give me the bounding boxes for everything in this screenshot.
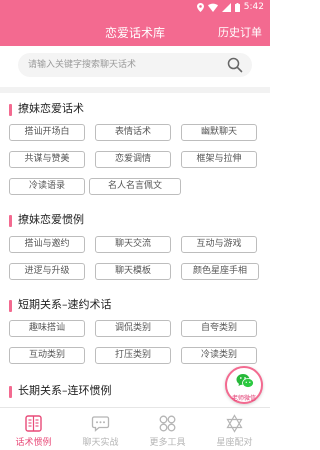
nav-label: 更多工具 xyxy=(149,438,186,448)
tag-item[interactable]: 搭讪与邀约 xyxy=(9,236,85,253)
nav-item-horoscope[interactable]: 星座配对 xyxy=(201,408,268,450)
nav-item-scripts[interactable]: 话术惯例 xyxy=(0,408,67,450)
tag-item[interactable]: 冷读类别 xyxy=(181,347,257,364)
section-title: 短期关系–速约术话 xyxy=(18,298,112,311)
section-title: 长期关系–连环惯例 xyxy=(18,384,112,397)
status-time: 5:42 xyxy=(243,2,264,12)
search-box[interactable] xyxy=(18,53,252,77)
section-marker xyxy=(9,215,12,227)
teacher-wechat-label: 老师微信 xyxy=(231,395,256,402)
wechat-icon xyxy=(236,373,254,393)
search-input[interactable] xyxy=(28,57,208,73)
battery-icon xyxy=(234,2,240,12)
tag-item[interactable]: 冷读语录 xyxy=(9,178,85,195)
nav-item-tools[interactable]: 更多工具 xyxy=(134,408,201,450)
status-icons: 5:42 xyxy=(196,2,264,12)
search-icon[interactable] xyxy=(227,57,243,77)
tag-item[interactable]: 搭讪开场白 xyxy=(9,124,85,141)
tag-item[interactable]: 打压类别 xyxy=(95,347,171,364)
nav-label: 话术惯例 xyxy=(15,438,52,448)
tag-item[interactable]: 聊天交流 xyxy=(95,236,171,253)
teacher-wechat-button[interactable]: 老师微信 xyxy=(225,366,263,404)
nav-item-chat[interactable]: 聊天实战 xyxy=(67,408,134,450)
bottom-nav: 话术惯例 聊天实战 更多工具 星座配对 xyxy=(0,407,270,450)
tag-item[interactable]: 恋爱调情 xyxy=(95,151,171,168)
tag-item[interactable]: 进逻与升级 xyxy=(9,263,85,280)
status-bar: 5:42 xyxy=(0,0,270,16)
tag-item[interactable]: 共谋与赞美 xyxy=(9,151,85,168)
app-bar: 恋爱话术库 历史订单 xyxy=(0,16,270,46)
tag-item[interactable]: 颜色星座手相 xyxy=(181,263,259,280)
section-marker xyxy=(9,104,12,116)
location-icon xyxy=(196,2,204,12)
signal-icon xyxy=(221,2,231,12)
nav-label: 聊天实战 xyxy=(82,438,119,448)
tag-item[interactable]: 调侃类别 xyxy=(95,320,171,337)
tag-item[interactable]: 互动类别 xyxy=(9,347,85,364)
tag-item[interactable]: 聊天模板 xyxy=(95,263,171,280)
tag-item[interactable]: 表情话术 xyxy=(95,124,171,141)
wifi-icon xyxy=(207,3,218,12)
history-orders-button[interactable]: 历史订单 xyxy=(218,24,262,40)
section-marker xyxy=(9,386,12,398)
divider xyxy=(0,87,270,93)
nav-label: 星座配对 xyxy=(216,438,253,448)
tag-item[interactable]: 框架与拉伸 xyxy=(181,151,257,168)
search-area xyxy=(0,46,270,86)
section-title: 撩妹恋爱惯例 xyxy=(18,213,84,226)
tag-item[interactable]: 名人名言佩文 xyxy=(89,178,181,195)
tag-item[interactable]: 自夸类别 xyxy=(181,320,257,337)
tag-item[interactable]: 互动与游戏 xyxy=(181,236,257,253)
tag-item[interactable]: 趣味搭讪 xyxy=(9,320,85,337)
section-title: 撩妹恋爱话术 xyxy=(18,102,84,115)
tag-item[interactable]: 幽默聊天 xyxy=(181,124,257,141)
section-marker xyxy=(9,300,12,312)
